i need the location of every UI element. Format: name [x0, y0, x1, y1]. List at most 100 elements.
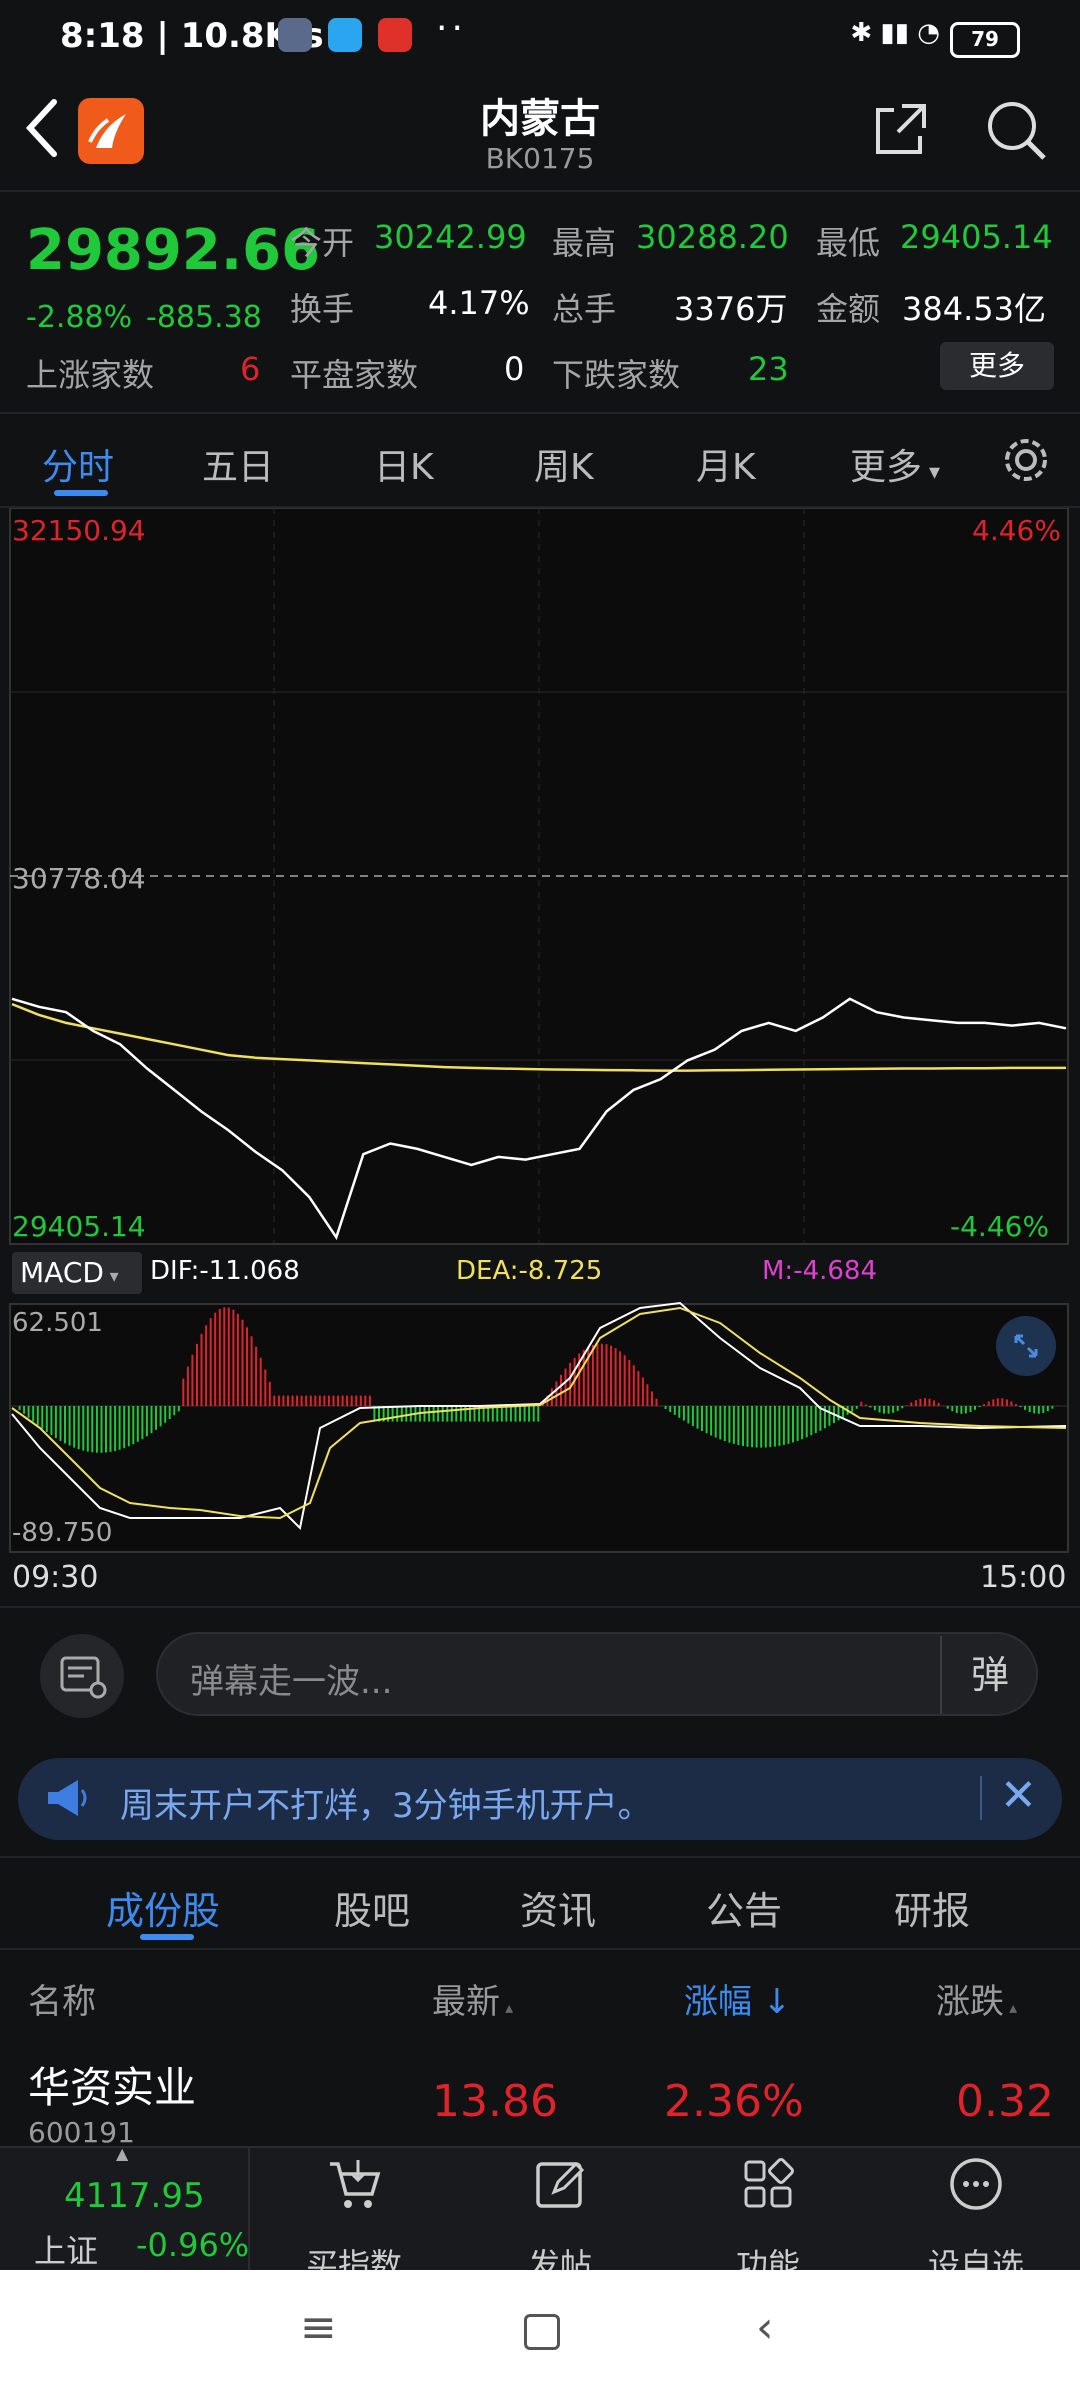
- macd-bar: [887, 1406, 890, 1414]
- subtab-constituents[interactable]: 成份股: [106, 1880, 220, 1935]
- back-nav-icon[interactable]: ‹: [756, 2302, 774, 2353]
- intraday-chart[interactable]: [0, 508, 1080, 1608]
- app-notification-icon: [278, 18, 312, 52]
- macd-bar: [678, 1406, 681, 1418]
- macd-bar: [742, 1406, 744, 1446]
- macd-bar: [496, 1406, 499, 1422]
- macd-bar: [423, 1406, 426, 1422]
- macd-bar: [860, 1401, 863, 1406]
- tab-monthly-k[interactable]: 月K: [696, 438, 756, 490]
- edit-post-icon[interactable]: [480, 2154, 640, 2226]
- column-change[interactable]: 涨跌 ▴: [936, 1974, 1017, 2023]
- grid-functions-icon[interactable]: [688, 2154, 848, 2226]
- macd-bar: [41, 1406, 44, 1429]
- macd-bar: [82, 1406, 85, 1451]
- macd-bar: [623, 1355, 626, 1406]
- macd-bar: [910, 1402, 913, 1406]
- divider: [0, 1606, 1080, 1608]
- settings-gear-icon[interactable]: [1000, 434, 1052, 490]
- macd-bar: [177, 1406, 180, 1412]
- macd-bar: [300, 1395, 303, 1406]
- macd-bar: [978, 1406, 981, 1407]
- macd-bar: [682, 1406, 685, 1421]
- macd-bar: [59, 1406, 62, 1441]
- divider: [980, 1776, 982, 1820]
- macd-bar: [100, 1406, 103, 1453]
- menu-icon[interactable]: ≡: [300, 2302, 337, 2353]
- column-latest[interactable]: 最新 ▴: [432, 1974, 513, 2023]
- macd-bar: [905, 1405, 908, 1406]
- volume-label: 总手: [552, 290, 617, 328]
- subtab-research[interactable]: 研报: [894, 1880, 970, 1935]
- stock-change: 0.32: [956, 2076, 1054, 2127]
- share-icon[interactable]: [872, 100, 930, 162]
- macd-bar: [437, 1406, 440, 1422]
- macd-bar: [519, 1406, 521, 1422]
- macd-bar: [355, 1395, 358, 1406]
- macd-bar: [27, 1406, 30, 1418]
- macd-bar: [628, 1359, 631, 1406]
- turnover-label: 换手: [290, 290, 355, 328]
- flat-count-value: 0: [504, 350, 525, 388]
- macd-bar: [232, 1309, 235, 1406]
- macd-bar: [186, 1366, 189, 1406]
- macd-bar: [528, 1406, 531, 1422]
- current-price: 29892.66: [26, 218, 321, 283]
- expand-icon[interactable]: [996, 1316, 1056, 1376]
- macd-bar: [164, 1406, 167, 1423]
- column-change-pct[interactable]: 涨幅 ↓: [684, 1974, 791, 2023]
- macd-bar: [236, 1313, 239, 1406]
- macd-bar: [391, 1406, 394, 1422]
- macd-bar: [64, 1406, 66, 1444]
- macd-bar: [255, 1346, 258, 1406]
- macd-bar: [50, 1406, 53, 1436]
- index-value: 4117.95: [64, 2176, 205, 2216]
- macd-bar: [664, 1406, 667, 1409]
- macd-bar: [787, 1406, 790, 1444]
- macd-bar: [523, 1406, 526, 1422]
- tab-intraday[interactable]: 分时: [42, 438, 114, 490]
- macd-bar: [555, 1381, 558, 1406]
- close-icon[interactable]: ✕: [1000, 1770, 1037, 1821]
- macd-bar: [368, 1395, 371, 1406]
- promo-text: 周末开户不打烊，3分钟手机开户。: [120, 1786, 652, 1826]
- macd-bar: [728, 1406, 731, 1443]
- macd-bar: [819, 1406, 822, 1431]
- cart-icon[interactable]: [274, 2154, 434, 2226]
- macd-bar: [869, 1406, 872, 1408]
- stock-latest: 13.86: [432, 2076, 558, 2127]
- tab-more[interactable]: 更多 ▾: [850, 438, 940, 490]
- danmaku-toggle-button[interactable]: 弹: [940, 1636, 1038, 1714]
- macd-bar: [91, 1406, 94, 1453]
- divider: [0, 1856, 1080, 1858]
- macd-bar: [951, 1406, 954, 1412]
- danmaku-list-icon[interactable]: [40, 1634, 124, 1718]
- macd-m-value: M:-4.684: [762, 1256, 878, 1286]
- subtab-announcements[interactable]: 公告: [706, 1880, 782, 1935]
- subtab-forum[interactable]: 股吧: [334, 1880, 410, 1935]
- macd-bar: [610, 1345, 612, 1406]
- macd-bar: [591, 1345, 594, 1406]
- macd-indicator-select[interactable]: MACD ▾: [12, 1252, 142, 1294]
- tab-daily-k[interactable]: 日K: [374, 438, 434, 490]
- macd-bar: [696, 1406, 699, 1429]
- battery-icon: 79: [950, 22, 1020, 58]
- more-button[interactable]: 更多: [940, 342, 1054, 390]
- macd-bar: [432, 1406, 435, 1422]
- macd-bar: [946, 1406, 949, 1409]
- search-icon[interactable]: [984, 98, 1048, 166]
- macd-bar: [637, 1371, 640, 1406]
- macd-bar: [209, 1318, 212, 1406]
- macd-bar: [600, 1343, 603, 1406]
- macd-bar: [214, 1312, 217, 1406]
- tab-five-day[interactable]: 五日: [202, 438, 274, 490]
- more-options-icon[interactable]: [896, 2154, 1056, 2226]
- macd-bar: [241, 1319, 244, 1406]
- subtab-news[interactable]: 资讯: [520, 1880, 596, 1935]
- home-icon[interactable]: [524, 2314, 560, 2350]
- macd-bar: [914, 1400, 917, 1406]
- macd-bar: [892, 1406, 895, 1413]
- macd-bar: [218, 1309, 221, 1406]
- tab-weekly-k[interactable]: 周K: [534, 438, 594, 490]
- open-label: 今开: [290, 224, 355, 262]
